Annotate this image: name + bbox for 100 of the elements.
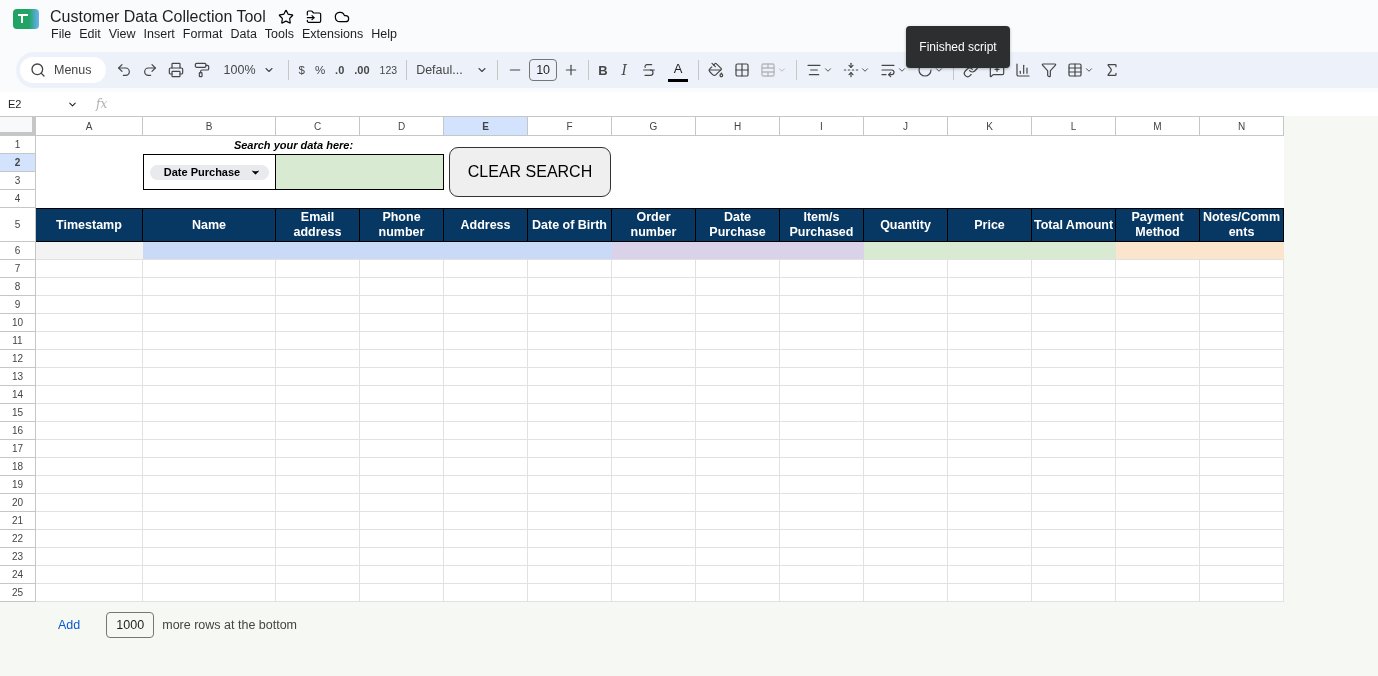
menu-item[interactable]: Edit — [78, 27, 108, 41]
row-header[interactable]: 24 — [0, 566, 36, 584]
print-icon[interactable] — [167, 62, 184, 78]
column-heading: Order number — [612, 208, 696, 242]
menu-item[interactable]: File — [50, 27, 79, 41]
row-header[interactable]: 8 — [0, 278, 36, 296]
row-header[interactable]: 14 — [0, 386, 36, 404]
strikethrough-icon[interactable] — [641, 62, 658, 78]
caret-icon[interactable] — [934, 65, 945, 75]
row-count-field[interactable]: 1000 — [106, 612, 155, 638]
table-icon[interactable] — [1067, 62, 1084, 78]
column-dropdown[interactable]: Date Purchase — [149, 164, 270, 180]
column-header[interactable]: A — [36, 117, 143, 136]
row-header[interactable]: 15 — [0, 404, 36, 422]
decrease-decimals-button[interactable]: .0 — [331, 57, 349, 83]
number-format-button[interactable]: 123 — [375, 57, 402, 83]
column-header[interactable]: B — [143, 117, 276, 136]
row-header[interactable]: 20 — [0, 494, 36, 512]
menu-item[interactable]: Help — [370, 27, 404, 41]
cloud-icon[interactable] — [333, 9, 350, 25]
column-heading: Phone number — [360, 208, 444, 242]
row-header[interactable]: 18 — [0, 458, 36, 476]
column-heading: Email address — [276, 208, 360, 242]
row-header[interactable]: 10 — [0, 314, 36, 332]
app-logo[interactable] — [12, 8, 40, 30]
folder-icon[interactable] — [305, 9, 322, 25]
fill-color-icon[interactable] — [708, 62, 725, 78]
row-header[interactable]: 25 — [0, 584, 36, 602]
clear-search-button[interactable]: CLEAR SEARCH — [449, 147, 611, 197]
column-heading: Payment Method — [1116, 208, 1200, 242]
row-header[interactable]: 19 — [0, 476, 36, 494]
search-label: Search your data here: — [233, 139, 354, 151]
row-header[interactable]: 1 — [0, 136, 36, 154]
row-header[interactable]: 23 — [0, 548, 36, 566]
row-header[interactable]: 9 — [0, 296, 36, 314]
column-header[interactable]: M — [1116, 117, 1200, 136]
add-rows-link[interactable]: Add — [58, 618, 81, 632]
column-heading: Price — [948, 208, 1032, 242]
row-header[interactable]: 4 — [0, 190, 36, 208]
row-header[interactable]: 2 — [0, 154, 36, 172]
row-header[interactable]: 5 — [0, 208, 36, 242]
font-size-field[interactable]: 10 — [529, 59, 558, 81]
caret-icon[interactable] — [897, 65, 908, 75]
italic-button[interactable]: I — [617, 57, 632, 83]
menu-item[interactable]: Tools — [263, 27, 302, 41]
menu-search-field[interactable]: Menus — [20, 57, 106, 83]
column-header[interactable]: I — [780, 117, 864, 136]
column-heading: Timestamp — [36, 208, 143, 242]
row-header[interactable]: 13 — [0, 368, 36, 386]
row-header[interactable]: 3 — [0, 172, 36, 190]
document-title[interactable]: Customer Data Collection Tool — [50, 8, 266, 26]
menu-item[interactable]: View — [107, 27, 143, 41]
search-icon — [30, 62, 46, 78]
column-header[interactable]: E — [444, 117, 528, 136]
row-header[interactable]: 7 — [0, 260, 36, 278]
name-box[interactable]: E2 — [0, 98, 86, 110]
zoom-dropdown[interactable]: 100% — [215, 57, 284, 83]
row-header[interactable]: 21 — [0, 512, 36, 530]
bold-button[interactable]: B — [594, 57, 612, 83]
column-header[interactable]: G — [612, 117, 696, 136]
paint-format-icon[interactable] — [193, 62, 210, 78]
row-header[interactable]: 16 — [0, 422, 36, 440]
menu-item[interactable]: Extensions — [301, 27, 371, 41]
column-header[interactable]: D — [360, 117, 444, 136]
column-heading: Notes/Comments — [1200, 208, 1284, 242]
font-dropdown[interactable]: Defaul... — [412, 57, 493, 83]
row-header[interactable]: 12 — [0, 350, 36, 368]
row-header[interactable]: 22 — [0, 530, 36, 548]
percent-button[interactable]: % — [310, 57, 330, 83]
undo-icon[interactable] — [115, 62, 132, 78]
column-header[interactable]: L — [1032, 117, 1116, 136]
menu-item[interactable]: Insert — [142, 27, 182, 41]
search-field[interactable] — [276, 154, 444, 190]
row-header[interactable]: 6 — [0, 242, 36, 260]
column-header[interactable]: K — [948, 117, 1032, 136]
column-header[interactable]: N — [1200, 117, 1284, 136]
star-icon[interactable] — [277, 9, 294, 25]
column-heading: Date Purchase — [696, 208, 780, 242]
filter-icon[interactable] — [1041, 62, 1058, 78]
currency-button[interactable]: $ — [294, 57, 309, 83]
chart-icon[interactable] — [1015, 62, 1032, 78]
column-heading: Total Amount — [1032, 208, 1116, 242]
wrap-icon[interactable] — [880, 62, 897, 78]
column-heading: Name — [143, 208, 276, 242]
align-icon[interactable] — [806, 62, 823, 78]
text-color-button[interactable]: A — [668, 58, 689, 82]
column-header[interactable]: J — [864, 117, 948, 136]
column-heading: Quantity — [864, 208, 948, 242]
column-header[interactable]: H — [696, 117, 780, 136]
redo-icon[interactable] — [141, 62, 158, 78]
menu-item[interactable]: Data — [229, 27, 264, 41]
vertical-align-icon[interactable] — [843, 62, 860, 78]
menu-item[interactable]: Format — [181, 27, 230, 41]
increase-decimals-button[interactable]: .00 — [350, 57, 374, 83]
column-header[interactable]: C — [276, 117, 360, 136]
row-header[interactable]: 17 — [0, 440, 36, 458]
row-header[interactable]: 11 — [0, 332, 36, 350]
footer-text: more rows at the bottom — [162, 618, 298, 632]
column-header[interactable]: F — [528, 117, 612, 136]
borders-icon[interactable] — [734, 62, 751, 78]
